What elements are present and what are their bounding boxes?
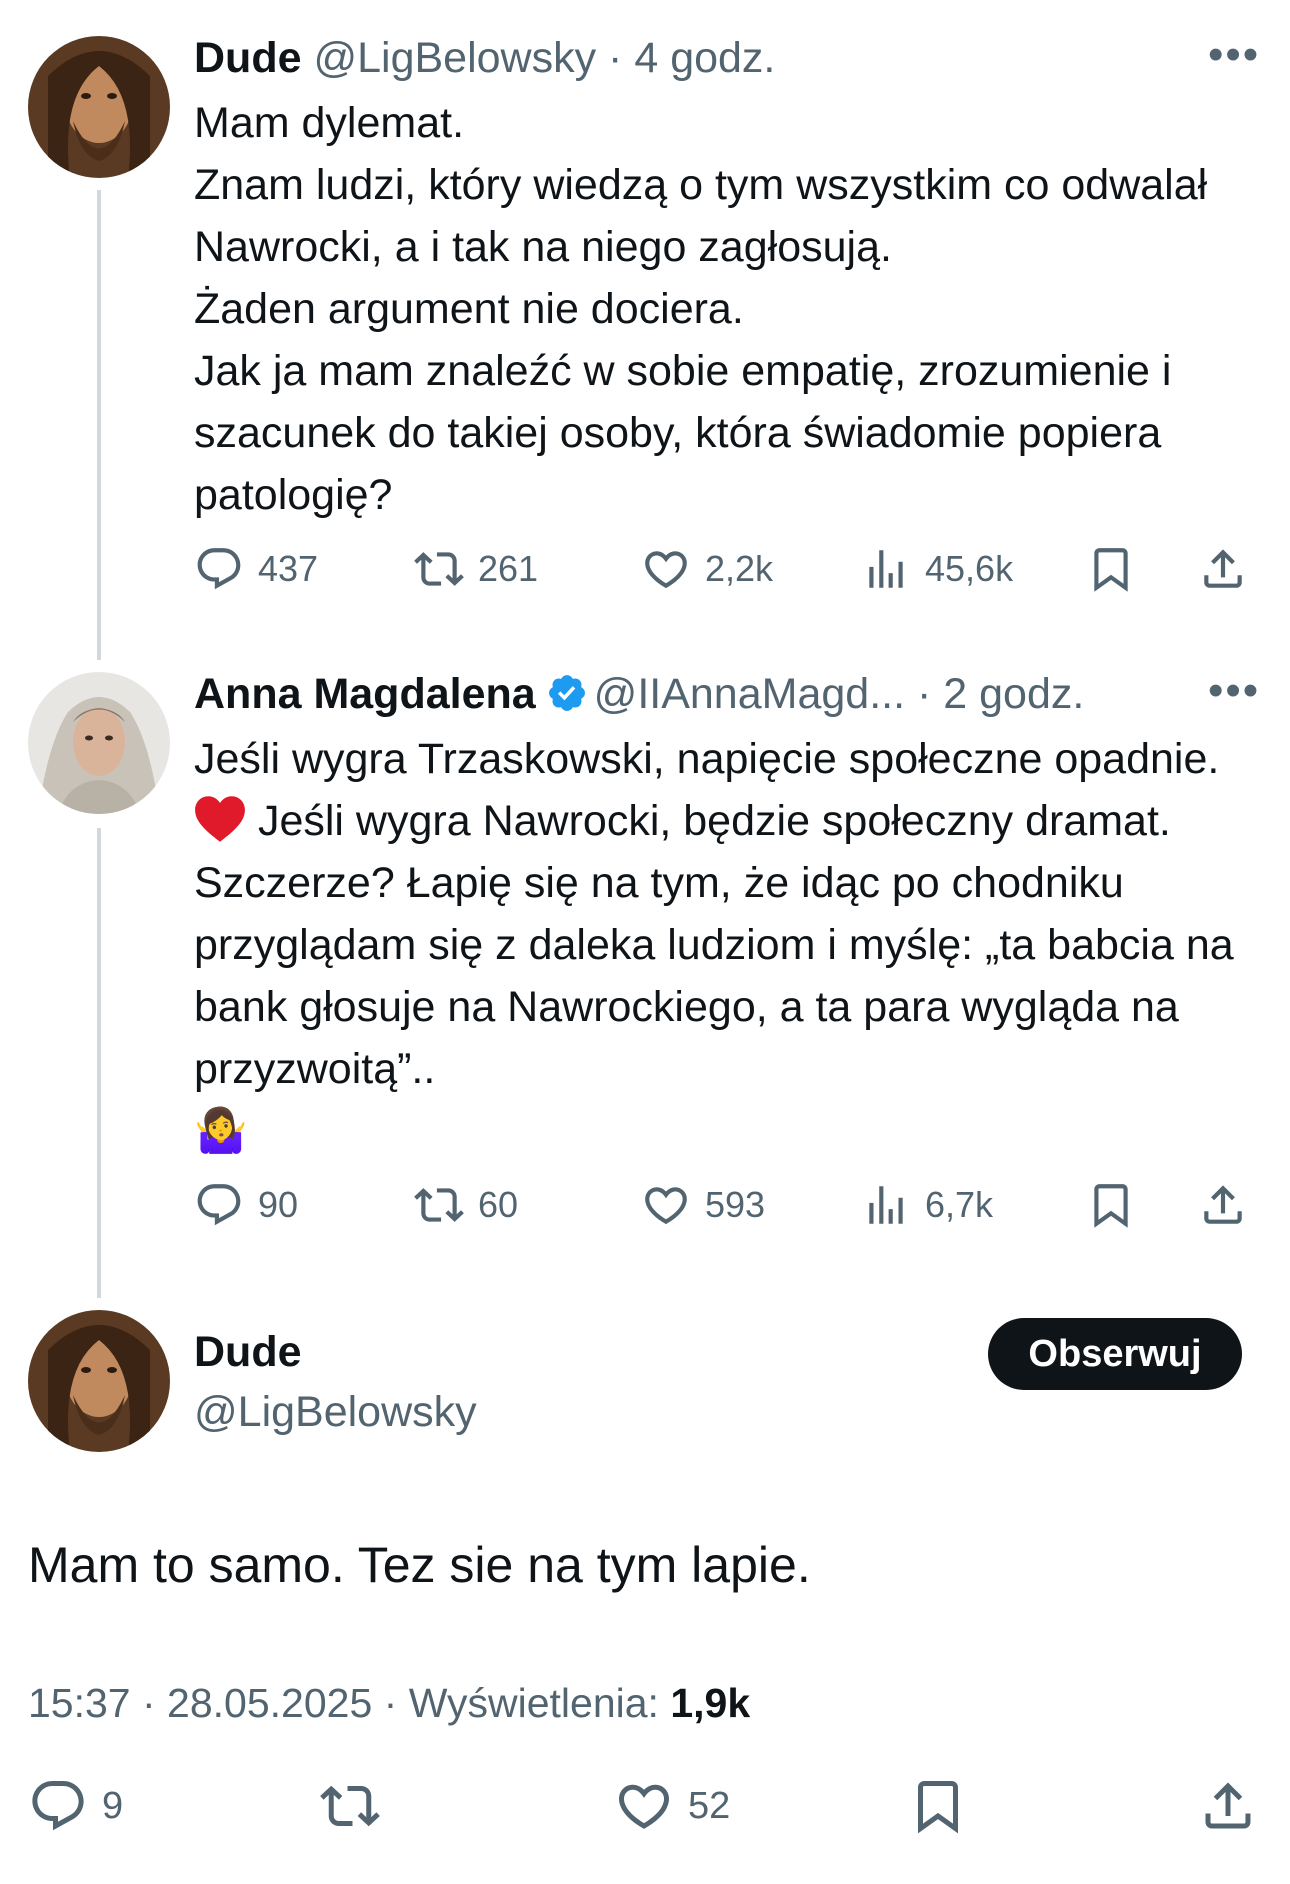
bookmark-icon: [1094, 1184, 1128, 1228]
main-date[interactable]: 28.05.2025: [167, 1680, 372, 1726]
retweet-icon: [414, 1188, 464, 1222]
tweet1-line: Znam ludzi, który wiedzą o tym wszystkim…: [194, 161, 1208, 271]
follow-button[interactable]: Obserwuj: [988, 1318, 1242, 1390]
verified-icon: [548, 675, 585, 711]
share-button[interactable]: [1198, 544, 1248, 594]
bookmark-icon: [918, 1781, 958, 1834]
dot-separator: ·: [905, 670, 944, 718]
more-icon[interactable]: •••: [1208, 30, 1260, 80]
tweet2-text-part2: Jeśli wygra Nawrocki, będzie społeczny d…: [194, 797, 1234, 1093]
bookmark-button[interactable]: [1086, 544, 1136, 594]
dot-separator: ·: [130, 1680, 168, 1726]
dot-separator: ·: [372, 1680, 409, 1726]
tweet1-handle[interactable]: @LigBelowsky: [313, 34, 596, 82]
retweet-button[interactable]: [320, 1776, 380, 1836]
main-author-name[interactable]: Dude: [194, 1328, 302, 1377]
tweet1-text: Mam dylemat. Znam ludzi, który wiedzą o …: [194, 92, 1274, 526]
views-button[interactable]: 6,7k: [861, 1180, 993, 1230]
like-icon: [645, 551, 687, 589]
bookmark-button[interactable]: [1086, 1180, 1136, 1230]
avatar-anna[interactable]: [28, 672, 170, 814]
like-count: 52: [688, 1784, 731, 1827]
thread-connector: [97, 190, 101, 660]
thread-connector: [97, 828, 101, 1298]
retweet-button[interactable]: 261: [414, 544, 538, 594]
views-count: 45,6k: [925, 548, 1014, 589]
avatar-dude[interactable]: [28, 1310, 170, 1452]
reply-icon: [197, 548, 241, 590]
share-icon: [1204, 549, 1242, 588]
reply-icon: [197, 1184, 241, 1226]
tweet1-time[interactable]: 4 godz.: [634, 34, 775, 82]
main-views-count: 1,9k: [670, 1680, 751, 1726]
reply-count: 9: [102, 1784, 124, 1827]
like-icon: [618, 1784, 670, 1829]
share-icon: [1204, 1185, 1242, 1224]
like-button[interactable]: 2,2k: [641, 544, 773, 594]
tweet2-author-name[interactable]: Anna Magdalena: [194, 670, 536, 718]
like-button[interactable]: 593: [641, 1180, 765, 1230]
reply-icon: [32, 1781, 84, 1831]
heart-emoji: [195, 796, 245, 842]
shrug-emoji: 🤷‍♀️: [194, 1107, 248, 1155]
reply-count: 437: [258, 548, 319, 589]
tweet1-author-name[interactable]: Dude: [194, 34, 302, 82]
share-button[interactable]: [1198, 1776, 1258, 1836]
views-count: 6,7k: [925, 1184, 994, 1225]
views-button[interactable]: 45,6k: [861, 544, 1013, 594]
tweet2-header: Anna Magdalena @IIAnnaMagd... · 2 godz.: [194, 668, 1084, 720]
views-icon: [869, 1186, 903, 1224]
tweet1-line: Mam dylemat.: [194, 99, 465, 147]
tweet1-line: Żaden argument nie dociera.: [194, 285, 744, 333]
reply-button[interactable]: 9: [28, 1776, 123, 1836]
retweet-button[interactable]: 60: [414, 1180, 518, 1230]
tweet2-text-part1: Jeśli wygra Trzaskowski, napięcie społec…: [194, 735, 1220, 783]
dot-separator: ·: [596, 34, 635, 82]
tweet1-header: Dude @LigBelowsky · 4 godz.: [194, 32, 775, 84]
like-count: 593: [705, 1184, 766, 1225]
views-label: Wyświetlenia:: [408, 1680, 659, 1726]
tweet2-handle[interactable]: @IIAnnaMagd...: [594, 670, 905, 718]
main-time[interactable]: 15:37: [28, 1680, 131, 1726]
avatar-dude[interactable]: [28, 36, 170, 178]
tweet2-text: Jeśli wygra Trzaskowski, napięcie społec…: [194, 728, 1254, 1162]
reply-count: 90: [258, 1184, 299, 1225]
retweet-icon: [320, 1785, 380, 1827]
reply-button[interactable]: 437: [194, 544, 318, 594]
like-icon: [645, 1187, 687, 1225]
views-icon: [869, 550, 903, 588]
reply-button[interactable]: 90: [194, 1180, 298, 1230]
share-button[interactable]: [1198, 1180, 1248, 1230]
main-handle[interactable]: @LigBelowsky: [194, 1388, 477, 1437]
main-tweet-text: Mam to samo. Tez sie na tym lapie.: [28, 1537, 811, 1593]
tweet1-line: Jak ja mam znaleźć w sobie empatię, zroz…: [194, 347, 1172, 519]
main-meta: 15:37 · 28.05.2025 · Wyświetlenia: 1,9k: [28, 1680, 750, 1727]
more-icon[interactable]: •••: [1208, 666, 1260, 716]
like-button[interactable]: 52: [614, 1776, 730, 1836]
retweet-count: 261: [478, 548, 539, 589]
bookmark-icon: [1094, 548, 1128, 592]
retweet-count: 60: [478, 1184, 519, 1225]
retweet-icon: [414, 552, 464, 586]
share-icon: [1205, 1782, 1251, 1829]
bookmark-button[interactable]: [908, 1776, 968, 1836]
tweet2-time[interactable]: 2 godz.: [943, 670, 1084, 718]
like-count: 2,2k: [705, 548, 774, 589]
